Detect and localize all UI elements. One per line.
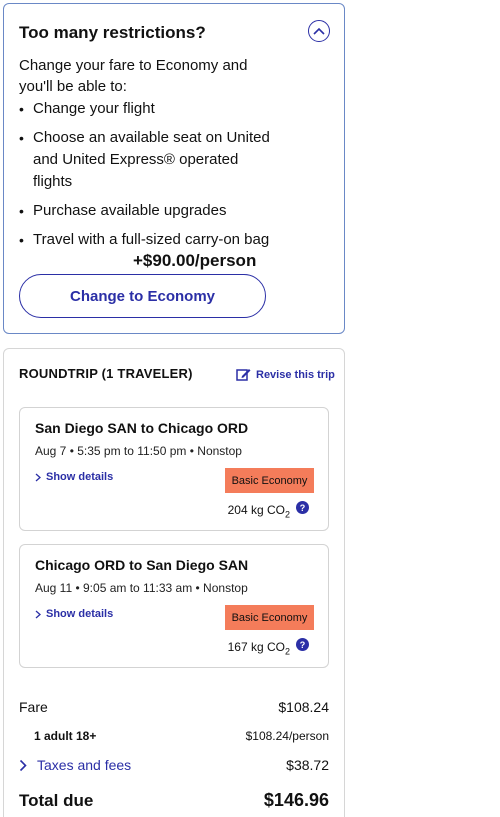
upgrade-offer-card: Too many restrictions? Change your fare …: [3, 3, 345, 334]
co2-subscript: 2: [284, 509, 290, 520]
segment-time: Aug 11 • 9:05 am to 11:33 am • Nonstop: [35, 581, 248, 595]
taxes-label: Taxes and fees: [37, 757, 132, 773]
trip-summary-card: ROUNDTRIP (1 TRAVELER) Revise this trip …: [3, 348, 345, 817]
show-details-link[interactable]: Show details: [35, 608, 113, 620]
bullet-icon: •: [19, 203, 24, 219]
revise-trip-link[interactable]: Revise this trip: [236, 367, 335, 382]
benefit-text: Travel with a full-sized carry-on bag: [33, 231, 270, 248]
benefit-list: • Change your flight • Choose an availab…: [19, 98, 279, 258]
info-icon[interactable]: ?: [296, 638, 309, 651]
total-value: $146.96: [263, 790, 329, 810]
adult-fare-row: 1 adult 18+ $108.24/person: [19, 729, 329, 743]
edit-icon: [236, 369, 251, 381]
trip-type-header: ROUNDTRIP (1 TRAVELER): [19, 366, 193, 381]
show-details-label: Show details: [46, 608, 114, 620]
adult-value: $108.24/person: [245, 729, 329, 743]
total-row: Total due $146.96: [19, 790, 329, 811]
benefit-item: • Change your flight: [19, 98, 279, 120]
benefit-item: • Purchase available upgrades: [19, 200, 279, 222]
co2-value: 204 kg CO: [227, 503, 285, 517]
collapse-button[interactable]: [308, 20, 330, 42]
bullet-icon: •: [19, 130, 24, 146]
bullet-icon: •: [19, 232, 24, 248]
flight-segment-card: Chicago ORD to San Diego SAN Aug 11 • 9:…: [19, 544, 329, 668]
segment-route: Chicago ORD to San Diego SAN: [35, 557, 249, 573]
benefit-item: • Choose an available seat on United and…: [19, 127, 279, 193]
segment-route: San Diego SAN to Chicago ORD: [35, 420, 249, 436]
segment-time: Aug 7 • 5:35 pm to 11:50 pm • Nonstop: [35, 444, 242, 458]
info-icon[interactable]: ?: [296, 501, 309, 514]
taxes-value: $38.72: [286, 757, 329, 773]
fare-class-badge: Basic Economy: [225, 468, 314, 493]
benefit-item: • Travel with a full-sized carry-on bag: [19, 229, 279, 251]
benefit-text: Choose an available seat on United and U…: [33, 129, 270, 190]
flight-segment-card: San Diego SAN to Chicago ORD Aug 7 • 5:3…: [19, 407, 329, 531]
upgrade-offer-title: Too many restrictions?: [19, 23, 206, 42]
fare-class-badge: Basic Economy: [225, 605, 314, 630]
taxes-toggle[interactable]: Taxes and fees: [19, 757, 131, 773]
bullet-icon: •: [19, 101, 24, 117]
show-details-label: Show details: [46, 471, 114, 483]
show-details-link[interactable]: Show details: [35, 471, 113, 483]
benefit-text: Purchase available upgrades: [33, 202, 227, 219]
co2-subscript: 2: [284, 646, 290, 657]
total-label: Total due: [19, 790, 94, 810]
upgrade-price: +$90.00/person: [133, 251, 257, 270]
revise-trip-label: Revise this trip: [256, 368, 335, 381]
co2-emissions: 204 kg CO2: [228, 503, 290, 519]
upgrade-intro-text: Change your fare to Economy and you'll b…: [19, 57, 248, 95]
chevron-right-icon: [19, 759, 27, 771]
co2-emissions: 167 kg CO2: [228, 640, 290, 656]
fare-row: Fare $108.24: [19, 699, 329, 715]
benefit-text: Change your flight: [33, 100, 155, 117]
taxes-row: Taxes and fees $38.72: [19, 757, 329, 773]
change-to-economy-button[interactable]: Change to Economy: [19, 274, 266, 318]
fare-label: Fare: [19, 699, 48, 715]
fare-value: $108.24: [278, 699, 329, 715]
chevron-right-icon: [35, 473, 41, 481]
chevron-right-icon: [35, 610, 41, 618]
co2-value: 167 kg CO: [227, 640, 285, 654]
adult-label: 1 adult 18+: [34, 729, 97, 743]
chevron-up-icon: [313, 27, 325, 35]
